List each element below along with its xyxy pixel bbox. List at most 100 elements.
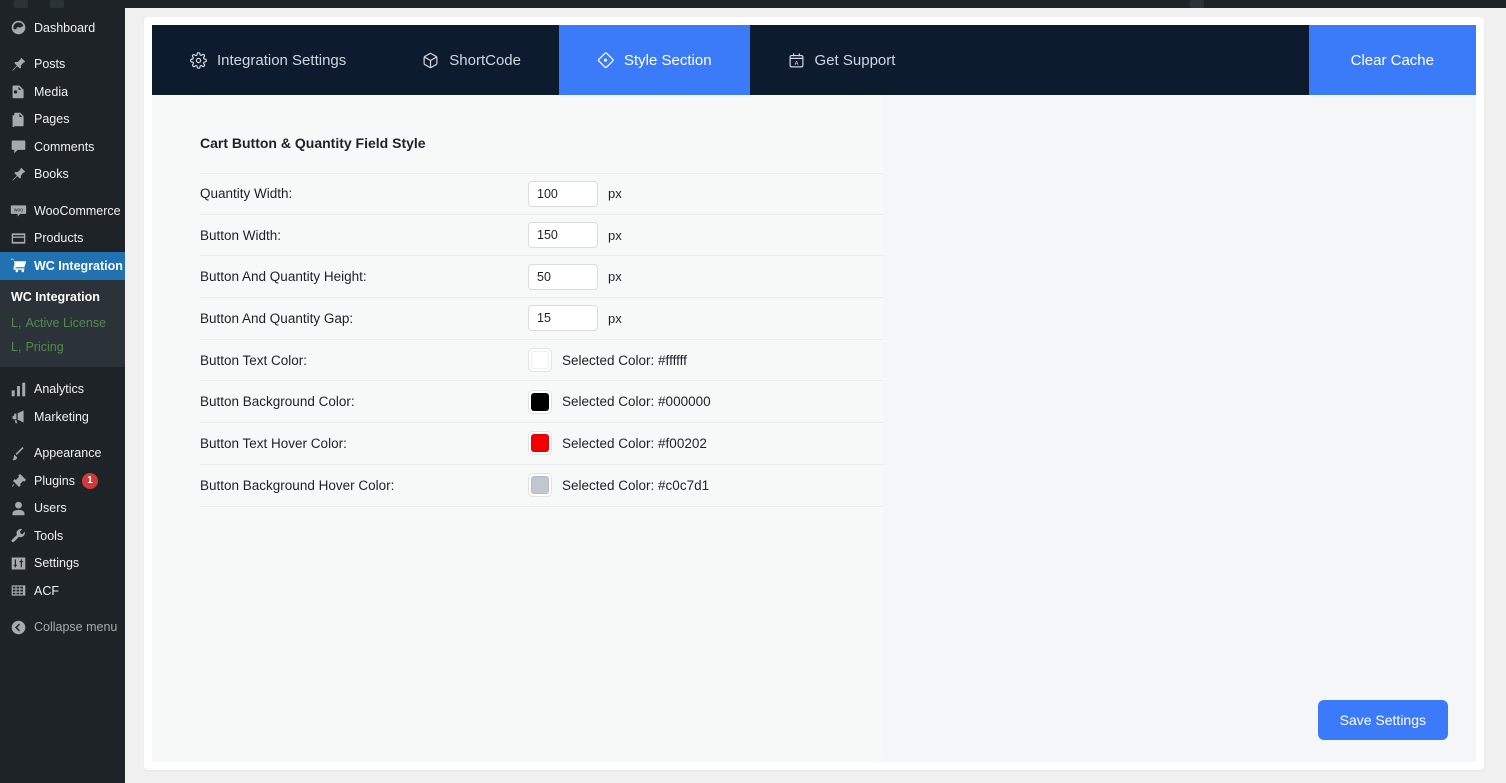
submenu-heading[interactable]: WC Integration (0, 286, 125, 311)
ticket-icon: A (788, 52, 805, 69)
sidebar-item-posts[interactable]: Posts (0, 51, 125, 79)
tab-bar-spacer (933, 25, 1308, 95)
sidebar-item-label: Settings (34, 556, 80, 570)
color-swatch-button-text-color[interactable] (528, 348, 552, 373)
admin-bar-item[interactable] (1190, 0, 1204, 8)
pages-icon (9, 110, 27, 128)
chart-bars-icon (9, 380, 27, 398)
cart-icon (9, 257, 27, 275)
submenu-wc-integration: WC Integration L, Active License L, Pricing (0, 279, 125, 367)
pin-icon (9, 165, 27, 183)
gear-icon (190, 51, 207, 69)
settings-row-label: Button Background Color: (200, 394, 355, 410)
settings-row: Button Background Color: Selected Color: … (200, 381, 883, 424)
sidebar-item-label: Products (34, 231, 84, 245)
settings-row-control: px (528, 222, 622, 249)
admin-bar (0, 0, 1506, 8)
sidebar-item-label: Books (34, 167, 69, 181)
collapse-menu-button[interactable]: Collapse menu (0, 614, 125, 642)
unit-label: px (608, 227, 622, 243)
submenu-item-active-license[interactable]: L, Active License (0, 311, 125, 335)
menu-separator (0, 431, 125, 440)
tab-label: ShortCode (449, 51, 521, 69)
sidebar-item-label: Users (34, 501, 67, 515)
menu-separator (0, 42, 125, 51)
settings-row-control: Selected Color: #ffffff (528, 348, 687, 373)
sidebar-item-wc-integration[interactable]: WC Integration (0, 252, 133, 280)
settings-body: Cart Button & Quantity Field Style Quant… (152, 95, 1476, 762)
selected-color-text: Selected Color: #000000 (562, 394, 711, 410)
tab-style-section[interactable]: Style Section (558, 25, 750, 95)
sidebar-item-label: Analytics (34, 382, 85, 396)
settings-row: Button Text Hover Color: Selected Color: … (200, 423, 883, 465)
settings-row-label: Button And Quantity Gap: (200, 310, 354, 326)
unit-label: px (608, 186, 622, 202)
sidebar-item-marketing[interactable]: Marketing (0, 403, 125, 431)
pin-icon (9, 55, 27, 73)
sidebar-item-media[interactable]: Media (0, 78, 125, 106)
color-swatch-button-text-hover-color[interactable] (528, 431, 552, 456)
color-swatch-fill (531, 434, 549, 453)
sidebar-item-analytics[interactable]: Analytics (0, 376, 125, 404)
tab-label: Get Support (814, 51, 896, 69)
selected-color-text: Selected Color: #ffffff (562, 352, 687, 368)
input-button-and-quantity-height[interactable] (528, 263, 598, 290)
save-settings-button[interactable]: Save Settings (1317, 700, 1448, 740)
plugins-update-badge: 1 (82, 472, 98, 489)
settings-row: Button Background Hover Color: Selected C… (200, 465, 883, 507)
sidebar-item-products[interactable]: Products (0, 225, 125, 253)
settings-row-label: Quantity Width: (200, 186, 293, 202)
dashboard-icon (9, 19, 27, 37)
sidebar-item-appearance[interactable]: Appearance (0, 440, 125, 468)
sidebar-item-comments[interactable]: Comments (0, 133, 125, 161)
sidebar-item-label: Pages (34, 112, 70, 126)
sidebar-item-acf[interactable]: ACF (0, 577, 125, 605)
sidebar-item-label: Plugins (34, 473, 75, 488)
sidebar-item-plugins[interactable]: Plugins 1 (0, 467, 125, 495)
sidebar-item-label: Appearance (34, 446, 102, 460)
tab-integration-settings[interactable]: Integration Settings (152, 25, 384, 95)
sidebar-item-label: Marketing (34, 409, 89, 424)
sidebar-item-label: Dashboard (34, 20, 96, 35)
collapse-menu-label: Collapse menu (34, 620, 118, 634)
tab-get-support[interactable]: A Get Support (750, 25, 934, 95)
corner-marker-icon: L, (11, 315, 22, 330)
color-swatch-button-background-color[interactable] (528, 389, 552, 414)
plug-icon (9, 472, 27, 490)
sidebar-item-tools[interactable]: Tools (0, 522, 125, 550)
input-button-and-quantity-gap[interactable] (528, 305, 598, 332)
tab-shortcode[interactable]: ShortCode (384, 25, 559, 95)
sidebar-item-label: ACF (34, 583, 59, 598)
sidebar-item-books[interactable]: Books (0, 161, 125, 189)
submenu-item-pricing[interactable]: L, Pricing (0, 335, 125, 359)
sidebar-item-dashboard[interactable]: Dashboard (0, 14, 125, 42)
diamond-icon (597, 51, 614, 69)
input-quantity-width[interactable] (528, 180, 598, 207)
sidebar-item-label: Comments (34, 139, 95, 154)
style-form-card: Cart Button & Quantity Field Style Quant… (152, 95, 883, 762)
menu-separator (0, 367, 125, 376)
clear-cache-button[interactable]: Clear Cache (1308, 25, 1476, 95)
color-swatch-button-background-hover-color[interactable] (528, 473, 552, 498)
settings-row: Button And Quantity Gap: px (200, 298, 883, 340)
settings-row-label: Button Background Hover Color: (200, 477, 395, 493)
admin-bar-item[interactable] (14, 0, 28, 8)
submenu-item-label: Active License (25, 315, 107, 330)
input-button-width[interactable] (528, 222, 598, 249)
acf-grid-icon (9, 582, 27, 600)
settings-panel: Integration Settings ShortCode Style Secti… (144, 17, 1484, 770)
sidebar-item-woocommerce[interactable]: woo WooCommerce (0, 197, 125, 225)
comment-icon (9, 138, 27, 156)
sidebar-item-users[interactable]: Users (0, 495, 125, 523)
selected-color-text: Selected Color: #c0c7d1 (562, 477, 710, 493)
svg-text:woo: woo (13, 208, 23, 214)
woocommerce-icon: woo (9, 202, 27, 220)
media-icon (9, 83, 27, 101)
color-swatch-fill (531, 351, 549, 370)
settings-panel-inner: Integration Settings ShortCode Style Secti… (152, 25, 1476, 762)
admin-bar-item[interactable] (50, 0, 64, 8)
settings-row-control: Selected Color: #f00202 (528, 431, 707, 456)
sidebar-item-settings[interactable]: Settings (0, 550, 125, 578)
sidebar-item-pages[interactable]: Pages (0, 106, 125, 134)
cube-icon (422, 52, 439, 69)
